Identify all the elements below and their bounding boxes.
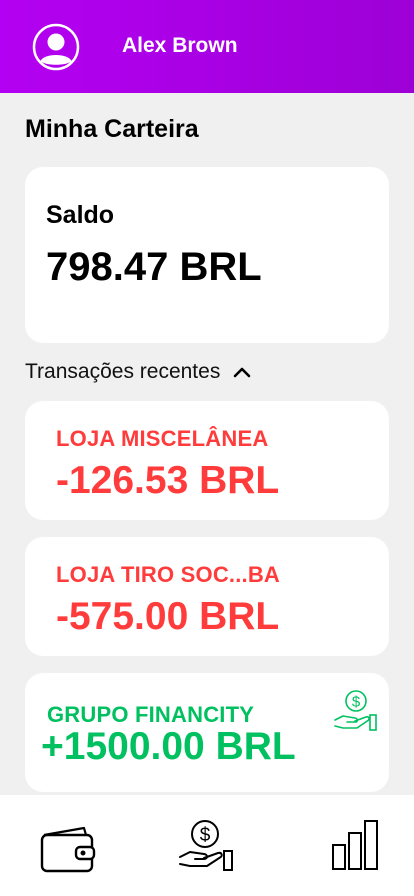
balance-value: 798.47 BRL — [46, 245, 262, 289]
app-header: Alex Brown — [0, 0, 414, 93]
transaction-name: LOJA MISCELÂNEA — [56, 426, 269, 451]
transaction-card[interactable]: LOJA TIRO SOC...BA -575.00 BRL — [25, 537, 389, 656]
bar-chart-icon[interactable] — [330, 820, 382, 870]
svg-text:$: $ — [352, 694, 361, 711]
wallet-icon[interactable] — [40, 825, 96, 873]
money-hand-icon[interactable]: $ — [178, 819, 236, 873]
chevron-up-icon — [234, 367, 251, 378]
recent-transactions-label: Transações recentes — [25, 360, 221, 383]
bottom-navigation: $ — [0, 795, 414, 896]
recent-transactions-toggle[interactable]: Transações recentes — [25, 360, 252, 384]
transaction-amount: -126.53 BRL — [56, 459, 280, 502]
transaction-amount: +1500.00 BRL — [41, 725, 296, 768]
transaction-card[interactable]: LOJA MISCELÂNEA -126.53 BRL — [25, 401, 389, 520]
balance-card: Saldo 798.47 BRL — [25, 167, 389, 343]
transaction-card[interactable]: $ GRUPO FINANCITY +1500.00 BRL — [25, 673, 389, 792]
svg-text:$: $ — [200, 825, 211, 846]
money-hand-icon: $ — [334, 690, 377, 731]
page-title: Minha Carteira — [25, 115, 199, 143]
user-name: Alex Brown — [122, 34, 238, 57]
transaction-amount: -575.00 BRL — [56, 595, 280, 638]
balance-label: Saldo — [46, 201, 115, 229]
user-avatar-icon[interactable] — [32, 23, 80, 71]
transaction-name: LOJA TIRO SOC...BA — [56, 562, 281, 587]
